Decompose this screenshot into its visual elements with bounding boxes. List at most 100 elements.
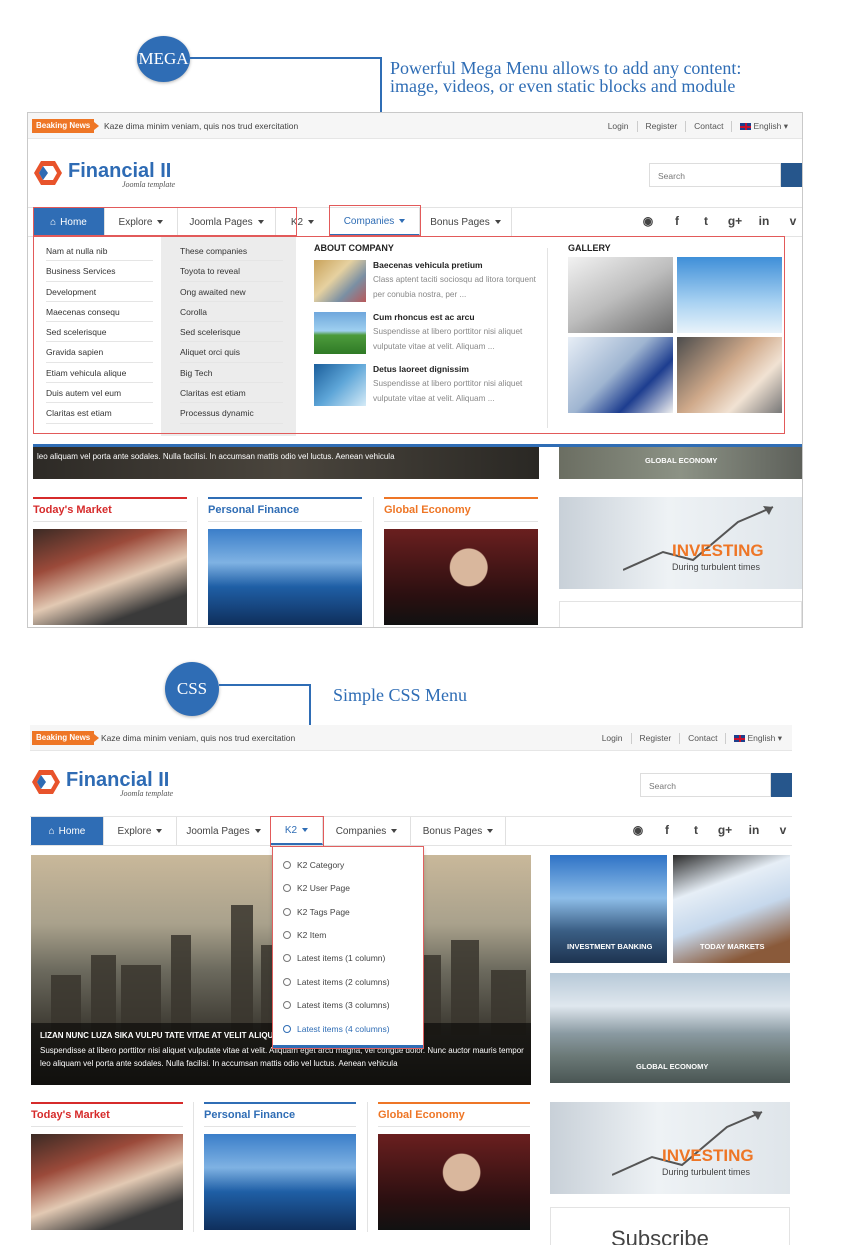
main-nav: ⌂ Home Explore Joomla Pages K2 Companies … bbox=[30, 816, 792, 846]
breaking-news-badge: Beaking News bbox=[32, 731, 100, 745]
vimeo-icon[interactable]: v bbox=[785, 214, 801, 228]
mega-annotation-bubble: MEGA bbox=[137, 36, 190, 82]
social-icons: ◉ f t g+ in v bbox=[640, 214, 801, 228]
nav-bonus-pages[interactable]: Bonus Pages bbox=[411, 817, 506, 845]
slider-caption: leo aliquam vel porta ante sodales. Null… bbox=[37, 452, 395, 461]
investing-subtitle: During turbulent times bbox=[672, 562, 761, 572]
k2-menu-item[interactable]: Latest items (3 columns) bbox=[283, 1000, 390, 1010]
section-heading-market[interactable]: Today's Market bbox=[31, 1102, 183, 1121]
search-input[interactable]: Search bbox=[649, 163, 781, 187]
top-bar: Beaking News Kaze dima minim veniam, qui… bbox=[28, 113, 802, 139]
nav-home[interactable]: ⌂ Home bbox=[31, 817, 104, 845]
subscribe-heading: Subscribe bbox=[611, 1226, 709, 1245]
k2-menu-item[interactable]: Latest items (2 columns) bbox=[283, 977, 390, 987]
global-economy-label: GLOBAL ECONOMY bbox=[645, 456, 718, 465]
social-icons: ◉ f t g+ in v bbox=[630, 823, 791, 837]
mega-menu-screenshot: Beaking News Kaze dima minim veniam, qui… bbox=[27, 112, 803, 628]
circle-arrow-icon bbox=[283, 1025, 291, 1033]
dropdown-bottom-bar bbox=[273, 1045, 423, 1048]
css-menu-screenshot: Beaking News Kaze dima minim veniam, qui… bbox=[30, 725, 792, 1245]
twitter-icon[interactable]: t bbox=[688, 823, 704, 837]
subscribe-box bbox=[559, 601, 802, 627]
home-icon: ⌂ bbox=[48, 825, 55, 837]
google-plus-icon[interactable]: g+ bbox=[727, 214, 743, 228]
language-select[interactable]: English ▾ bbox=[731, 121, 796, 132]
section-heading-finance[interactable]: Personal Finance bbox=[208, 497, 362, 516]
news-ticker[interactable]: Kaze dima minim veniam, quis nos trud ex… bbox=[104, 121, 298, 131]
logo-subtitle: Joomla template bbox=[122, 180, 176, 189]
investing-title: INVESTING bbox=[662, 1146, 754, 1165]
k2-menu-item[interactable]: K2 Item bbox=[283, 930, 326, 940]
slider-title: LIZAN NUNC LUZA SIKA VULPU TATE VITAE AT… bbox=[40, 1031, 286, 1040]
top-links: Login Register Contact English ▾ bbox=[600, 121, 796, 132]
login-link[interactable]: Login bbox=[600, 121, 637, 132]
chevron-down-icon bbox=[494, 220, 501, 224]
economy-image[interactable] bbox=[384, 529, 538, 625]
news-ticker[interactable]: Kaze dima minim veniam, quis nos trud ex… bbox=[101, 733, 295, 743]
investment-banking-label: INVESTMENT BANKING bbox=[567, 942, 653, 951]
search-button[interactable] bbox=[781, 163, 802, 187]
rss-icon[interactable]: ◉ bbox=[630, 823, 646, 837]
market-image[interactable] bbox=[33, 529, 187, 625]
logo-subtitle: Joomla template bbox=[120, 789, 174, 798]
css-arrow-horizontal bbox=[219, 684, 310, 686]
rss-icon[interactable]: ◉ bbox=[640, 214, 656, 228]
facebook-icon[interactable]: f bbox=[669, 214, 685, 228]
chevron-down-icon bbox=[487, 829, 494, 833]
k2-menu-item[interactable]: Latest items (1 column) bbox=[283, 953, 385, 963]
circle-arrow-icon bbox=[283, 908, 291, 916]
chevron-down-icon bbox=[391, 829, 398, 833]
facebook-icon[interactable]: f bbox=[659, 823, 675, 837]
uk-flag-icon bbox=[740, 123, 752, 130]
companies-highlight-box bbox=[329, 205, 421, 236]
nav-highlight-box bbox=[33, 207, 297, 236]
nav-companies[interactable]: Companies bbox=[323, 817, 411, 845]
section-heading-finance[interactable]: Personal Finance bbox=[204, 1102, 356, 1121]
k2-menu-item[interactable]: K2 User Page bbox=[283, 883, 350, 893]
circle-arrow-icon bbox=[283, 931, 291, 939]
register-link[interactable]: Register bbox=[636, 121, 686, 132]
contact-link[interactable]: Contact bbox=[685, 121, 731, 132]
top-links: Login Register Contact English ▾ bbox=[594, 733, 790, 744]
k2-menu-item[interactable]: K2 Category bbox=[283, 860, 344, 870]
circle-arrow-icon bbox=[283, 954, 291, 962]
logo-hexagon-icon bbox=[32, 770, 60, 794]
linkedin-icon[interactable]: in bbox=[746, 823, 762, 837]
section-heading-market[interactable]: Today's Market bbox=[33, 497, 187, 516]
logo-hexagon-icon bbox=[34, 161, 62, 185]
nav-joomla-pages[interactable]: Joomla Pages bbox=[177, 817, 271, 845]
vimeo-icon[interactable]: v bbox=[775, 823, 791, 837]
contact-link[interactable]: Contact bbox=[679, 733, 725, 744]
circle-arrow-icon bbox=[283, 978, 291, 986]
nav-explore[interactable]: Explore bbox=[104, 817, 177, 845]
investing-subtitle: During turbulent times bbox=[662, 1167, 751, 1177]
circle-arrow-icon bbox=[283, 884, 291, 892]
market-image[interactable] bbox=[31, 1134, 183, 1230]
k2-highlight-box bbox=[270, 816, 324, 847]
mega-annotation-line-2: image, videos, or even static blocks and… bbox=[390, 76, 736, 96]
search-button[interactable] bbox=[771, 773, 792, 797]
section-heading-economy[interactable]: Global Economy bbox=[378, 1102, 530, 1121]
global-economy-label: GLOBAL ECONOMY bbox=[636, 1062, 709, 1071]
finance-image[interactable] bbox=[204, 1134, 356, 1230]
language-select[interactable]: English ▾ bbox=[725, 733, 790, 744]
chevron-down-icon bbox=[254, 829, 261, 833]
search-input[interactable]: Search bbox=[640, 773, 771, 797]
register-link[interactable]: Register bbox=[630, 733, 680, 744]
linkedin-icon[interactable]: in bbox=[756, 214, 772, 228]
today-markets-label: TODAY MARKETS bbox=[700, 942, 765, 951]
k2-menu-item-selected[interactable]: Latest items (4 columns) bbox=[283, 1024, 390, 1034]
mega-panel-highlight-box bbox=[33, 236, 785, 434]
k2-menu-item[interactable]: K2 Tags Page bbox=[283, 907, 350, 917]
investing-title: INVESTING bbox=[672, 541, 764, 560]
section-heading-economy[interactable]: Global Economy bbox=[384, 497, 538, 516]
nav-bonus-pages[interactable]: Bonus Pages bbox=[420, 208, 512, 236]
finance-image[interactable] bbox=[208, 529, 362, 625]
twitter-icon[interactable]: t bbox=[698, 214, 714, 228]
circle-arrow-icon bbox=[283, 861, 291, 869]
economy-image[interactable] bbox=[378, 1134, 530, 1230]
subscribe-box: Subscribe bbox=[550, 1207, 790, 1245]
login-link[interactable]: Login bbox=[594, 733, 631, 744]
google-plus-icon[interactable]: g+ bbox=[717, 823, 733, 837]
circle-arrow-icon bbox=[283, 1001, 291, 1009]
